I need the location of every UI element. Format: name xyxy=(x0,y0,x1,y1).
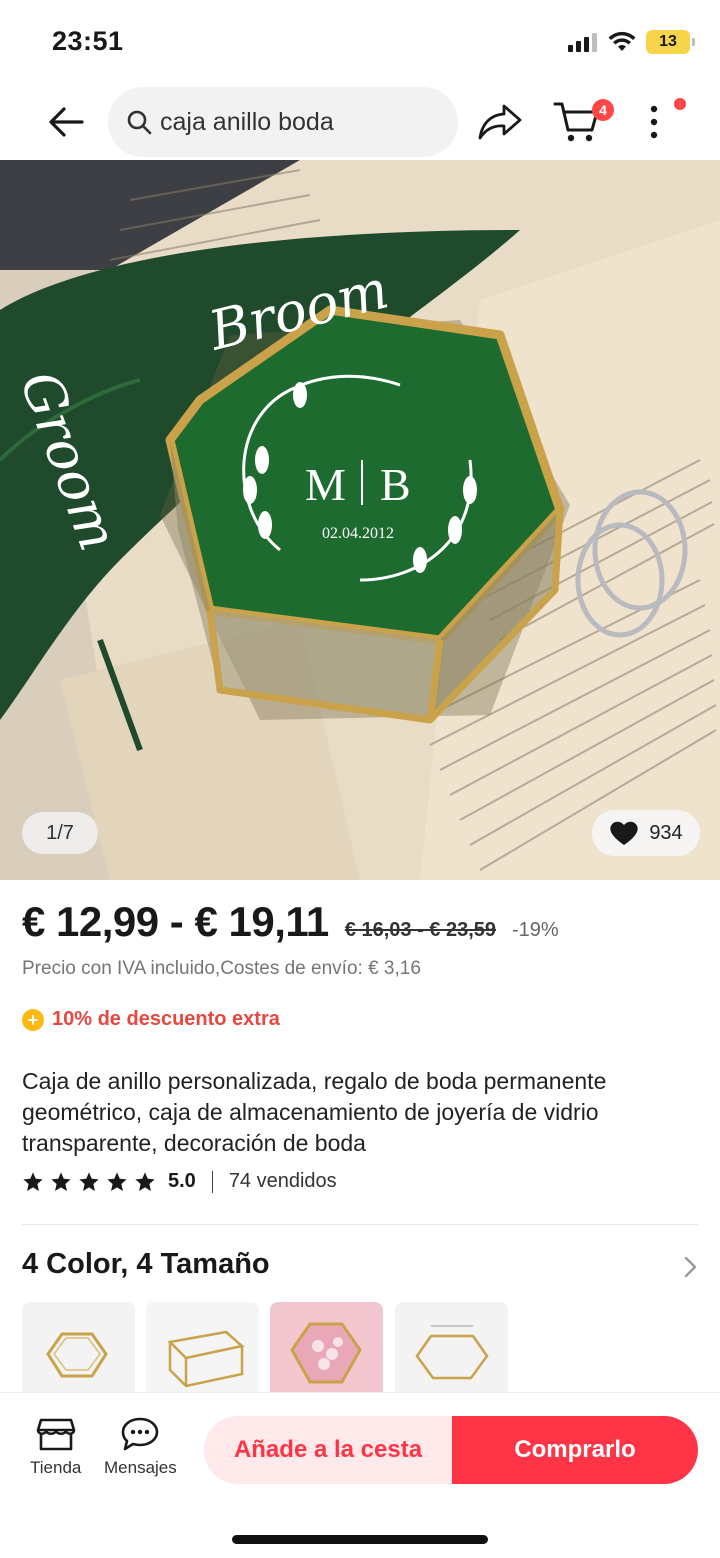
coupon-label: 10% de descuento extra xyxy=(52,1008,280,1030)
wifi-icon xyxy=(608,31,636,51)
star-icon xyxy=(107,1171,127,1191)
variant-thumbnail-2[interactable] xyxy=(146,1302,259,1398)
status-time: 23:51 xyxy=(52,26,124,56)
status-icons: 13 xyxy=(568,30,695,54)
variant-thumbnail-4[interactable] xyxy=(395,1302,508,1398)
product-photo: M B 02.04.2012 Broom Groom xyxy=(0,160,720,880)
price-range: € 12,99 - € 19,11 xyxy=(22,898,329,945)
tax-shipping-info: Precio con IVA incluido,Costes de envío:… xyxy=(22,958,421,979)
share-icon xyxy=(478,104,522,140)
chat-icon xyxy=(122,1417,159,1451)
rating-row[interactable]: 5.0 74 vendidos xyxy=(22,1170,337,1193)
search-input[interactable]: caja anillo boda xyxy=(108,87,458,157)
notification-dot xyxy=(674,98,686,110)
extra-discount-coupon[interactable]: + 10% de descuento extra xyxy=(22,1008,280,1031)
buy-now-button[interactable]: Comprarlo xyxy=(452,1416,698,1484)
rating-value: 5.0 xyxy=(168,1170,196,1192)
search-icon xyxy=(127,110,152,135)
back-button[interactable] xyxy=(44,100,88,144)
tab-messages[interactable]: Mensajes xyxy=(104,1416,177,1478)
wishlist-button[interactable]: 934 xyxy=(592,810,700,856)
star-icon xyxy=(79,1171,99,1191)
more-vertical-icon xyxy=(650,105,658,139)
rating-divider xyxy=(211,1170,213,1193)
star-icon xyxy=(51,1171,71,1191)
image-monogram-right: B xyxy=(380,459,411,510)
tab-store-label: Tienda xyxy=(30,1458,82,1477)
share-button[interactable] xyxy=(476,100,524,144)
plus-coin-icon: + xyxy=(22,1008,44,1031)
discount-percent: -19% xyxy=(512,919,559,941)
signal-icon xyxy=(568,33,597,52)
image-page-indicator: 1/7 xyxy=(22,812,98,854)
price-row: € 12,99 - € 19,11 € 16,03 - € 23,59 -19% xyxy=(22,898,559,946)
product-title: Caja de anillo personalizada, regalo de … xyxy=(22,1068,607,1156)
tab-messages-label: Mensajes xyxy=(104,1458,177,1477)
chevron-right-icon[interactable] xyxy=(680,1254,700,1280)
tab-store[interactable]: Tienda xyxy=(30,1416,81,1478)
star-icon xyxy=(135,1171,155,1191)
product-image-carousel[interactable]: M B 02.04.2012 Broom Groom xyxy=(0,160,720,880)
store-icon xyxy=(36,1418,75,1451)
variant-thumbnail-3[interactable] xyxy=(270,1302,383,1398)
image-monogram-left: M xyxy=(305,459,346,510)
star-icon xyxy=(23,1171,43,1191)
wishlist-count: 934 xyxy=(649,821,683,844)
section-divider xyxy=(22,1224,698,1225)
sold-count: 74 vendidos xyxy=(228,1170,337,1192)
search-query: caja anillo boda xyxy=(160,107,334,136)
more-options-button[interactable] xyxy=(640,100,668,144)
home-indicator[interactable] xyxy=(232,1535,488,1544)
battery-indicator: 13 xyxy=(646,30,695,54)
image-date: 02.04.2012 xyxy=(322,525,394,542)
variant-thumbnail-1[interactable] xyxy=(22,1302,135,1398)
arrow-left-icon xyxy=(49,107,84,137)
add-to-cart-button[interactable]: Añade a la cesta xyxy=(204,1416,452,1484)
heart-icon xyxy=(610,821,638,845)
cart-count-badge: 4 xyxy=(592,99,614,121)
original-price: € 16,03 - € 23,59 xyxy=(344,919,497,941)
variants-title[interactable]: 4 Color, 4 Tamaño xyxy=(22,1248,270,1281)
